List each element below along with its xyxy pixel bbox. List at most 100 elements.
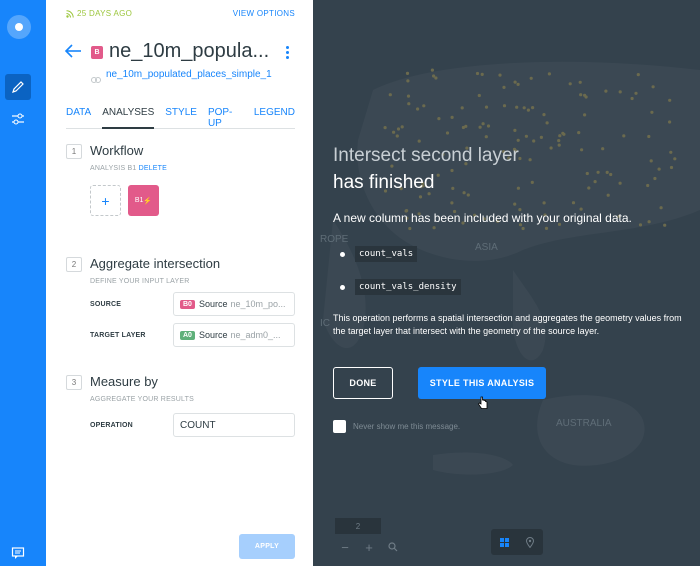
map-point: [513, 80, 517, 84]
map-point: [657, 167, 661, 171]
analysis-id: ANALYSIS B1: [90, 165, 137, 172]
map-point: [502, 104, 507, 108]
map-point: [407, 102, 411, 106]
link-icon: [91, 70, 101, 88]
logo-icon[interactable]: [7, 15, 31, 39]
map-point: [524, 134, 528, 138]
map-point: [673, 157, 677, 161]
map-point: [526, 108, 530, 112]
bullet-icon: [340, 251, 345, 257]
map-point: [516, 186, 520, 190]
updated-text: 25 DAYS AGO: [77, 9, 133, 18]
map-label-asia: ASIA: [475, 242, 498, 253]
map-point: [544, 226, 549, 230]
map-point: [653, 176, 657, 181]
map-point: [605, 170, 609, 174]
map-point: [502, 85, 506, 89]
delete-analysis-link[interactable]: DELETE: [139, 165, 167, 172]
grid-view-icon[interactable]: [491, 529, 517, 555]
more-options-icon[interactable]: [286, 46, 289, 59]
tab-analyses[interactable]: ANALYSES: [102, 105, 155, 129]
map-point: [636, 73, 640, 77]
map-point: [430, 68, 434, 72]
map-point: [618, 181, 622, 185]
map-point: [618, 90, 622, 94]
map-point: [484, 135, 488, 139]
layer-title[interactable]: ne_10m_popula...: [109, 40, 279, 63]
map-point: [578, 80, 582, 84]
map-point: [405, 71, 410, 75]
aggregate-subtitle: DEFINE YOUR INPUT LAYER: [90, 278, 190, 285]
target-badge: A0: [180, 330, 195, 340]
target-layer-select[interactable]: A0 Source ne_adm0_...: [173, 323, 295, 347]
layer-source-link[interactable]: ne_10m_populated_places_simple_1: [106, 69, 272, 80]
map-point: [513, 128, 517, 132]
new-column-item: count_vals: [340, 246, 418, 262]
map-point: [669, 150, 673, 154]
panel-topbar: 25 DAYS AGO VIEW OPTIONS: [46, 0, 313, 28]
analysis-node-b1[interactable]: B1 ⚡: [128, 185, 159, 216]
map-point: [532, 139, 536, 143]
map-point: [604, 89, 608, 93]
measure-title: Measure by: [90, 374, 158, 389]
map-point: [571, 201, 576, 205]
map-point: [583, 113, 587, 117]
map-point: [396, 127, 401, 131]
zoom-out-button[interactable]: −: [335, 536, 355, 558]
done-button[interactable]: DONE: [333, 367, 393, 399]
chat-icon[interactable]: [5, 540, 31, 566]
map-point: [451, 186, 455, 190]
source-text: Source: [198, 299, 228, 309]
tab-style[interactable]: STYLE: [165, 105, 197, 129]
aggregate-title: Aggregate intersection: [90, 256, 221, 271]
map-point: [418, 195, 423, 199]
never-show-checkbox[interactable]: [333, 420, 346, 433]
map-label-partial: IC: [320, 318, 330, 329]
map-point: [417, 139, 421, 143]
map-point: [406, 94, 411, 98]
column-name: count_vals_density: [355, 279, 461, 295]
back-arrow-icon[interactable]: [64, 44, 82, 63]
cursor-icon: [477, 396, 489, 415]
search-icon[interactable]: [383, 536, 403, 558]
map-point: [422, 104, 426, 108]
zoom-level: 2: [335, 518, 381, 534]
step-number: 2: [66, 257, 82, 272]
source-select[interactable]: B0 Source ne_10m_po...: [173, 292, 295, 316]
map-point: [530, 180, 534, 184]
view-toggle: [491, 529, 543, 555]
pencil-icon[interactable]: [5, 74, 31, 100]
map-point: [663, 223, 667, 227]
map-point: [531, 106, 535, 110]
bullet-icon: [340, 284, 345, 290]
map-point: [593, 180, 597, 184]
map-point: [515, 105, 519, 109]
view-options-link[interactable]: VIEW OPTIONS: [233, 9, 295, 18]
tab-legend[interactable]: LEGEND: [254, 105, 295, 129]
new-column-item: count_vals_density: [340, 279, 461, 295]
map-point: [549, 146, 553, 150]
map-point: [432, 74, 436, 78]
map-point: [558, 134, 562, 138]
add-analysis-button[interactable]: +: [90, 185, 121, 216]
operation-select[interactable]: COUNT: [173, 413, 295, 437]
map-point: [478, 125, 482, 129]
zoom-in-button[interactable]: +: [359, 536, 379, 558]
tab-popup[interactable]: POP-UP: [208, 105, 243, 129]
map-point: [545, 121, 549, 125]
map-point: [649, 159, 653, 163]
map-point: [462, 191, 466, 195]
map-point: [450, 115, 454, 119]
map-point: [609, 172, 613, 177]
style-analysis-button[interactable]: STYLE THIS ANALYSIS: [418, 367, 546, 399]
tab-data[interactable]: DATA: [66, 105, 91, 129]
map-point: [529, 76, 533, 80]
map-point: [408, 226, 412, 231]
never-show-label: Never show me this message.: [353, 422, 461, 431]
map-point: [450, 168, 454, 173]
map-point: [542, 201, 546, 205]
apply-button[interactable]: APPLY: [239, 534, 295, 559]
sliders-icon[interactable]: [5, 106, 31, 132]
map-point: [484, 105, 489, 109]
map-pin-icon[interactable]: [517, 529, 543, 555]
